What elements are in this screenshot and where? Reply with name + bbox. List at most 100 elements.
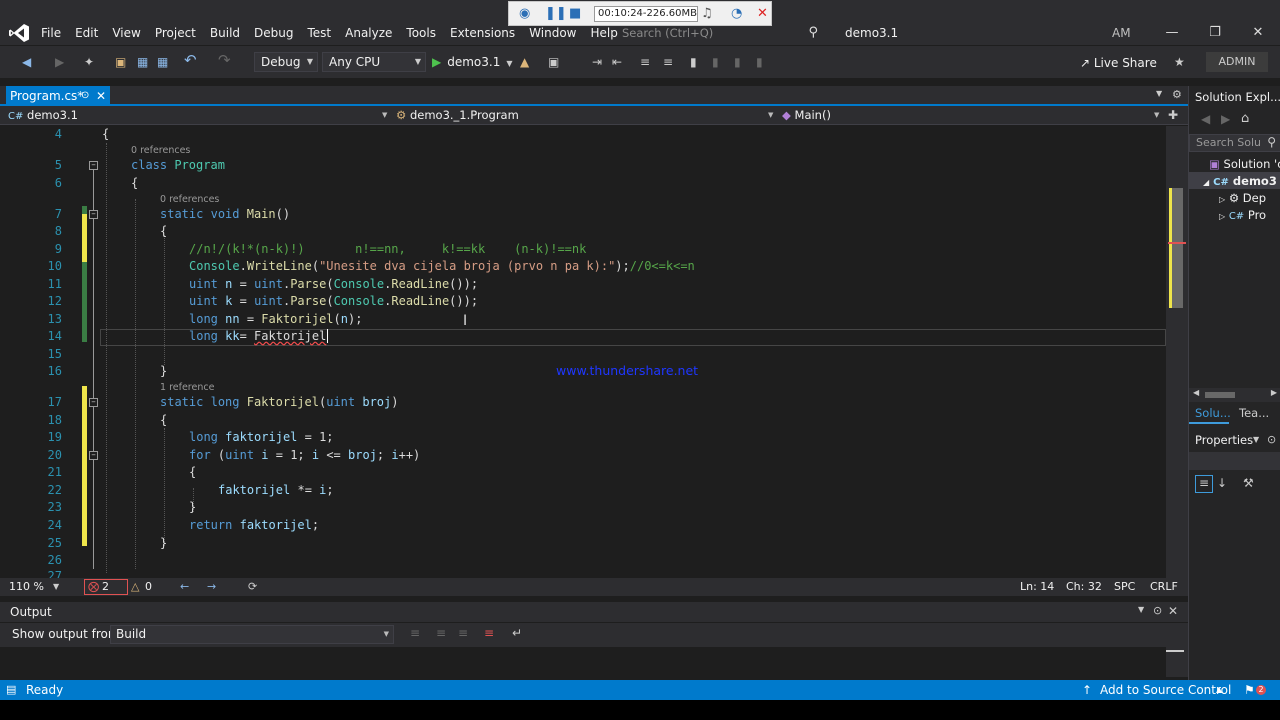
redo-icon[interactable]: ↷ bbox=[218, 52, 231, 68]
home-icon[interactable]: ⌂ bbox=[1241, 111, 1249, 126]
tree-program[interactable]: ▷ C# Pro bbox=[1219, 207, 1266, 225]
member-dropdown[interactable]: ◆ Main() ▼ bbox=[782, 106, 1164, 125]
menu-build[interactable]: Build bbox=[203, 23, 247, 43]
open-folder-icon[interactable]: ▣ bbox=[115, 54, 126, 70]
scroll-left-icon[interactable]: ◀ bbox=[1193, 388, 1199, 397]
hot-reload-icon[interactable]: ▲ bbox=[520, 54, 529, 70]
notifications-icon[interactable]: ⚑ bbox=[1244, 680, 1255, 700]
collapse-icon[interactable]: – bbox=[89, 451, 98, 460]
forward-icon[interactable]: ▶ bbox=[1221, 112, 1230, 126]
codelens-references[interactable]: 1 reference bbox=[160, 382, 214, 394]
scrollbar-thumb[interactable] bbox=[1166, 650, 1184, 652]
whitespace-indicator[interactable]: SPC bbox=[1114, 578, 1135, 596]
output-source-select[interactable]: Build ▼ bbox=[110, 625, 394, 644]
tab-program-cs[interactable]: Program.cs* ⊙ ✕ bbox=[6, 86, 110, 106]
clear-bookmarks-icon[interactable]: ▮ bbox=[756, 54, 763, 70]
back-icon[interactable]: ◀ bbox=[22, 54, 31, 70]
error-icon[interactable]: ⨂ bbox=[88, 578, 99, 596]
error-count[interactable]: 2 bbox=[102, 578, 109, 596]
browser-link-icon[interactable]: ▣ bbox=[548, 54, 559, 70]
microphone-icon[interactable]: ♫ bbox=[701, 5, 713, 23]
alphabetical-icon[interactable]: ↓ bbox=[1217, 476, 1227, 490]
step-icon[interactable]: ⇥ bbox=[592, 54, 602, 70]
close-recorder-icon[interactable]: ✕ bbox=[757, 5, 768, 23]
menu-tools[interactable]: Tools bbox=[399, 23, 443, 43]
back-icon[interactable]: ◀ bbox=[1201, 112, 1210, 126]
close-icon[interactable]: ✕ bbox=[1243, 22, 1273, 44]
menu-test[interactable]: Test bbox=[300, 23, 338, 43]
add-to-source-control[interactable]: Add to Source Control bbox=[1100, 680, 1231, 700]
minimize-icon[interactable]: — bbox=[1157, 22, 1187, 44]
live-share-button[interactable]: ↗ Live Share bbox=[1080, 54, 1157, 72]
bookmark-icon[interactable]: ▮ bbox=[690, 54, 697, 70]
collapse-icon[interactable]: – bbox=[89, 398, 98, 407]
menu-analyze[interactable]: Analyze bbox=[338, 23, 399, 43]
menu-project[interactable]: Project bbox=[148, 23, 203, 43]
forward-icon[interactable]: ▶ bbox=[55, 54, 64, 70]
chevron-down-icon[interactable]: ▼ bbox=[1138, 605, 1144, 614]
save-all-icon[interactable]: ▦ bbox=[157, 54, 168, 70]
collapse-icon[interactable]: – bbox=[89, 161, 98, 170]
class-dropdown[interactable]: ⚙ demo3._1.Program ▼ bbox=[396, 106, 778, 125]
horizontal-scrollbar[interactable]: ◀ ▶ bbox=[1189, 388, 1280, 402]
restore-icon[interactable]: ❐ bbox=[1200, 22, 1230, 44]
tab-overflow-icon[interactable]: ▼ bbox=[1156, 89, 1162, 98]
word-wrap-icon[interactable]: ↵ bbox=[512, 626, 522, 640]
feedback-icon[interactable]: ★ bbox=[1174, 54, 1185, 70]
tree-project-demo3[interactable]: ◢ C# demo3 bbox=[1203, 173, 1277, 191]
solution-platform-select[interactable]: Any CPU ▼ bbox=[322, 52, 426, 72]
scroll-right-icon[interactable]: ▶ bbox=[1271, 388, 1277, 397]
tab-team-explorer[interactable]: Tea... bbox=[1239, 406, 1269, 420]
comment-icon[interactable]: ≡ bbox=[640, 54, 650, 70]
properties-object-select[interactable] bbox=[1189, 452, 1280, 470]
close-tab-icon[interactable]: ✕ bbox=[96, 86, 106, 106]
chevron-down-icon[interactable]: ▼ bbox=[1253, 435, 1259, 444]
solution-configuration-select[interactable]: Debug ▼ bbox=[254, 52, 318, 72]
code-cleanup-icon[interactable]: ⟳ bbox=[248, 578, 257, 596]
upload-icon[interactable]: ↑ bbox=[1082, 680, 1092, 700]
save-icon[interactable]: ▦ bbox=[137, 54, 148, 70]
scrollbar-thumb[interactable] bbox=[1205, 392, 1235, 398]
prev-bookmark-icon[interactable]: ▮ bbox=[712, 54, 719, 70]
account-avatar[interactable]: AM bbox=[1112, 24, 1131, 42]
start-debugging-button[interactable]: ▶ demo3.1 ▼ bbox=[432, 52, 513, 72]
menu-file[interactable]: File bbox=[34, 23, 68, 43]
property-pages-icon[interactable]: ⚒ bbox=[1243, 476, 1254, 490]
line-indicator[interactable]: Ln: 14 bbox=[1020, 578, 1054, 596]
next-message-icon[interactable]: ≡ bbox=[458, 626, 468, 640]
pin-icon[interactable]: ⊙ bbox=[81, 86, 89, 106]
uncomment-icon[interactable]: ≡ bbox=[663, 54, 673, 70]
camera-icon[interactable]: ◉ bbox=[519, 5, 530, 23]
tree-dependencies[interactable]: ▷ ⚙ Dep bbox=[1219, 190, 1266, 208]
next-issue-icon[interactable]: → bbox=[207, 578, 216, 596]
solution-search-input[interactable]: Search Solu ⚲ bbox=[1189, 134, 1280, 152]
webcam-icon[interactable]: ◔ bbox=[731, 5, 742, 23]
tab-solution-explorer[interactable]: Solu... bbox=[1195, 406, 1231, 420]
stop-icon[interactable]: ■ bbox=[569, 5, 581, 23]
chevron-up-icon[interactable]: ▲ bbox=[1216, 680, 1222, 700]
pin-icon[interactable]: ⊙ bbox=[1267, 433, 1276, 446]
menu-extensions[interactable]: Extensions bbox=[443, 23, 522, 43]
menu-edit[interactable]: Edit bbox=[68, 23, 105, 43]
codelens-references[interactable]: 0 references bbox=[160, 194, 219, 206]
quick-launch-search[interactable]: Search (Ctrl+Q) ⚲ bbox=[614, 24, 826, 42]
menu-window[interactable]: Window bbox=[522, 23, 583, 43]
menu-view[interactable]: View bbox=[105, 23, 147, 43]
prev-message-icon[interactable]: ≡ bbox=[436, 626, 446, 640]
find-message-icon[interactable]: ≡ bbox=[410, 626, 420, 640]
collapse-icon[interactable]: – bbox=[89, 210, 98, 219]
tree-solution-root[interactable]: ▣ Solution 'c bbox=[1209, 156, 1280, 172]
output-scrollbar[interactable] bbox=[1166, 647, 1188, 677]
previous-issue-icon[interactable]: ← bbox=[180, 578, 189, 596]
clear-all-icon[interactable]: ≡ bbox=[484, 626, 494, 640]
pin-icon[interactable]: ⊙ bbox=[1153, 604, 1162, 617]
zoom-level[interactable]: 110 % bbox=[9, 578, 44, 596]
warning-icon[interactable]: △ bbox=[131, 578, 139, 596]
next-bookmark-icon[interactable]: ▮ bbox=[734, 54, 741, 70]
settings-icon[interactable]: ⚙ bbox=[1172, 88, 1182, 101]
warning-count[interactable]: 0 bbox=[145, 578, 152, 596]
line-ending-indicator[interactable]: CRLF bbox=[1150, 578, 1178, 596]
new-project-icon[interactable]: ✦ bbox=[84, 54, 94, 70]
scrollbar-thumb[interactable] bbox=[1171, 188, 1183, 308]
column-indicator[interactable]: Ch: 32 bbox=[1066, 578, 1102, 596]
